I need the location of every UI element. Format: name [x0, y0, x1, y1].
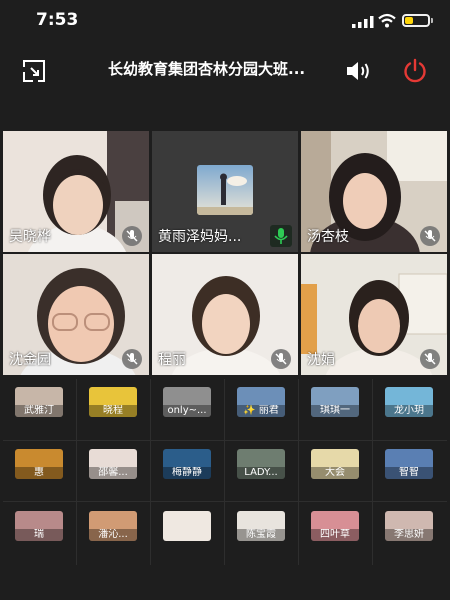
meeting-header: 长幼教育集团杏林分园大班...	[0, 48, 450, 92]
participant-thumbnail: 瑞	[15, 511, 63, 541]
participant-thumbnail: 潘沁...	[89, 511, 137, 541]
signal-icon	[352, 16, 374, 28]
mic-muted-icon	[420, 226, 440, 246]
participant-name: 沈金园	[9, 352, 51, 368]
participant-label: 智智	[385, 467, 433, 479]
participant-label: 瑞	[15, 529, 63, 541]
meeting-screen: 7:53 长幼教育集团杏林分园大班... 吴晓桦 黄雨泽妈妈... 汤杏枝 沈金…	[0, 0, 450, 600]
grid-divider	[76, 379, 77, 565]
participant-cell[interactable]: 晓程	[77, 379, 149, 439]
participant-cell[interactable]: LADY...	[225, 441, 297, 501]
mic-muted-icon	[420, 349, 440, 369]
video-tile[interactable]: 吴晓桦	[3, 131, 149, 252]
participant-cell[interactable]: 邵馨...	[77, 441, 149, 501]
participant-label: 李思妍	[385, 529, 433, 541]
mic-muted-icon	[122, 349, 142, 369]
video-tile[interactable]: 黄雨泽妈妈...	[152, 131, 298, 252]
speaker-icon[interactable]	[345, 59, 373, 83]
status-time: 7:53	[36, 10, 79, 30]
participant-thumbnail: ✨ 丽君	[237, 387, 285, 417]
participant-cell[interactable]: 四叶草	[299, 503, 371, 563]
participant-label: 潘沁...	[89, 529, 137, 541]
participant-thumbnail: 陈宝霞	[237, 511, 285, 541]
participant-cell[interactable]: 琪琪一	[299, 379, 371, 439]
status-bar: 7:53	[0, 0, 450, 40]
participant-cell[interactable]	[151, 503, 223, 563]
participant-thumbnail: 智智	[385, 449, 433, 479]
participant-cell[interactable]: 惠	[3, 441, 75, 501]
participant-thumbnail: 惠	[15, 449, 63, 479]
video-tile[interactable]: 汤杏枝	[301, 131, 447, 252]
participant-thumbnail: 梅静静	[163, 449, 211, 479]
participant-thumbnail: 晓程	[89, 387, 137, 417]
participant-thumbnail: 龙小玥	[385, 387, 433, 417]
mic-muted-icon	[122, 226, 142, 246]
participant-label: 龙小玥	[385, 405, 433, 417]
participant-label: 陈宝霞	[237, 529, 285, 541]
participant-label: only~...	[163, 405, 211, 417]
participant-label: 琪琪一	[311, 405, 359, 417]
participant-thumbnail	[163, 511, 211, 541]
video-tile[interactable]: 沈金园	[3, 254, 149, 375]
participant-cell[interactable]: 陈宝霞	[225, 503, 297, 563]
participant-label: 武雅汀	[15, 405, 63, 417]
participant-grid: 武雅汀 晓程 only~... ✨ 丽君 琪琪一 龙小玥惠 邵馨... 梅静静 LADY... 大…	[3, 379, 447, 565]
participant-cell[interactable]: 龙小玥	[373, 379, 445, 439]
battery-icon	[402, 14, 430, 27]
participant-thumbnail: 四叶草	[311, 511, 359, 541]
mic-active-icon	[270, 225, 292, 247]
meeting-title[interactable]: 长幼教育集团杏林分园大班...	[108, 58, 344, 79]
grid-divider	[3, 440, 447, 441]
wifi-icon	[378, 13, 396, 28]
participant-name: 黄雨泽妈妈...	[158, 229, 242, 245]
video-tile[interactable]: 沈娟	[301, 254, 447, 375]
participant-label: 惠	[15, 467, 63, 479]
grid-divider	[298, 379, 299, 565]
bottom-bar	[0, 565, 450, 600]
participant-name: 吴晓桦	[9, 229, 51, 245]
participant-cell[interactable]: 潘沁...	[77, 503, 149, 563]
video-tile[interactable]: 程丽	[152, 254, 298, 375]
participant-thumbnail: 邵馨...	[89, 449, 137, 479]
participant-thumbnail: LADY...	[237, 449, 285, 479]
grid-divider	[224, 379, 225, 565]
grid-divider	[372, 379, 373, 565]
participant-cell[interactable]: 大会	[299, 441, 371, 501]
participant-thumbnail: 琪琪一	[311, 387, 359, 417]
participant-cell[interactable]: 梅静静	[151, 441, 223, 501]
participant-cell[interactable]: 武雅汀	[3, 379, 75, 439]
participant-thumbnail: only~...	[163, 387, 211, 417]
participant-name: 汤杏枝	[307, 229, 349, 245]
power-icon[interactable]	[402, 58, 428, 84]
participant-label: 大会	[311, 467, 359, 479]
participant-cell[interactable]: 瑞	[3, 503, 75, 563]
participant-cell[interactable]: only~...	[151, 379, 223, 439]
participant-label: 晓程	[89, 405, 137, 417]
participant-label: 四叶草	[311, 529, 359, 541]
participant-label: LADY...	[237, 467, 285, 479]
mic-muted-icon	[271, 349, 291, 369]
participant-cell[interactable]: 智智	[373, 441, 445, 501]
participant-thumbnail: 武雅汀	[15, 387, 63, 417]
grid-divider	[150, 379, 151, 565]
participant-name: 程丽	[158, 352, 186, 368]
battery-cap	[431, 18, 433, 23]
participant-name: 沈娟	[307, 352, 335, 368]
participant-thumbnail: 大会	[311, 449, 359, 479]
participant-cell[interactable]: ✨ 丽君	[225, 379, 297, 439]
minimize-screen-icon[interactable]	[22, 59, 46, 83]
participant-thumbnail: 李思妍	[385, 511, 433, 541]
participant-cell[interactable]: 李思妍	[373, 503, 445, 563]
participant-label: 梅静静	[163, 467, 211, 479]
participant-avatar	[197, 165, 253, 215]
participant-label: ✨ 丽君	[237, 405, 285, 417]
participant-label: 邵馨...	[89, 467, 137, 479]
grid-divider	[3, 501, 447, 502]
